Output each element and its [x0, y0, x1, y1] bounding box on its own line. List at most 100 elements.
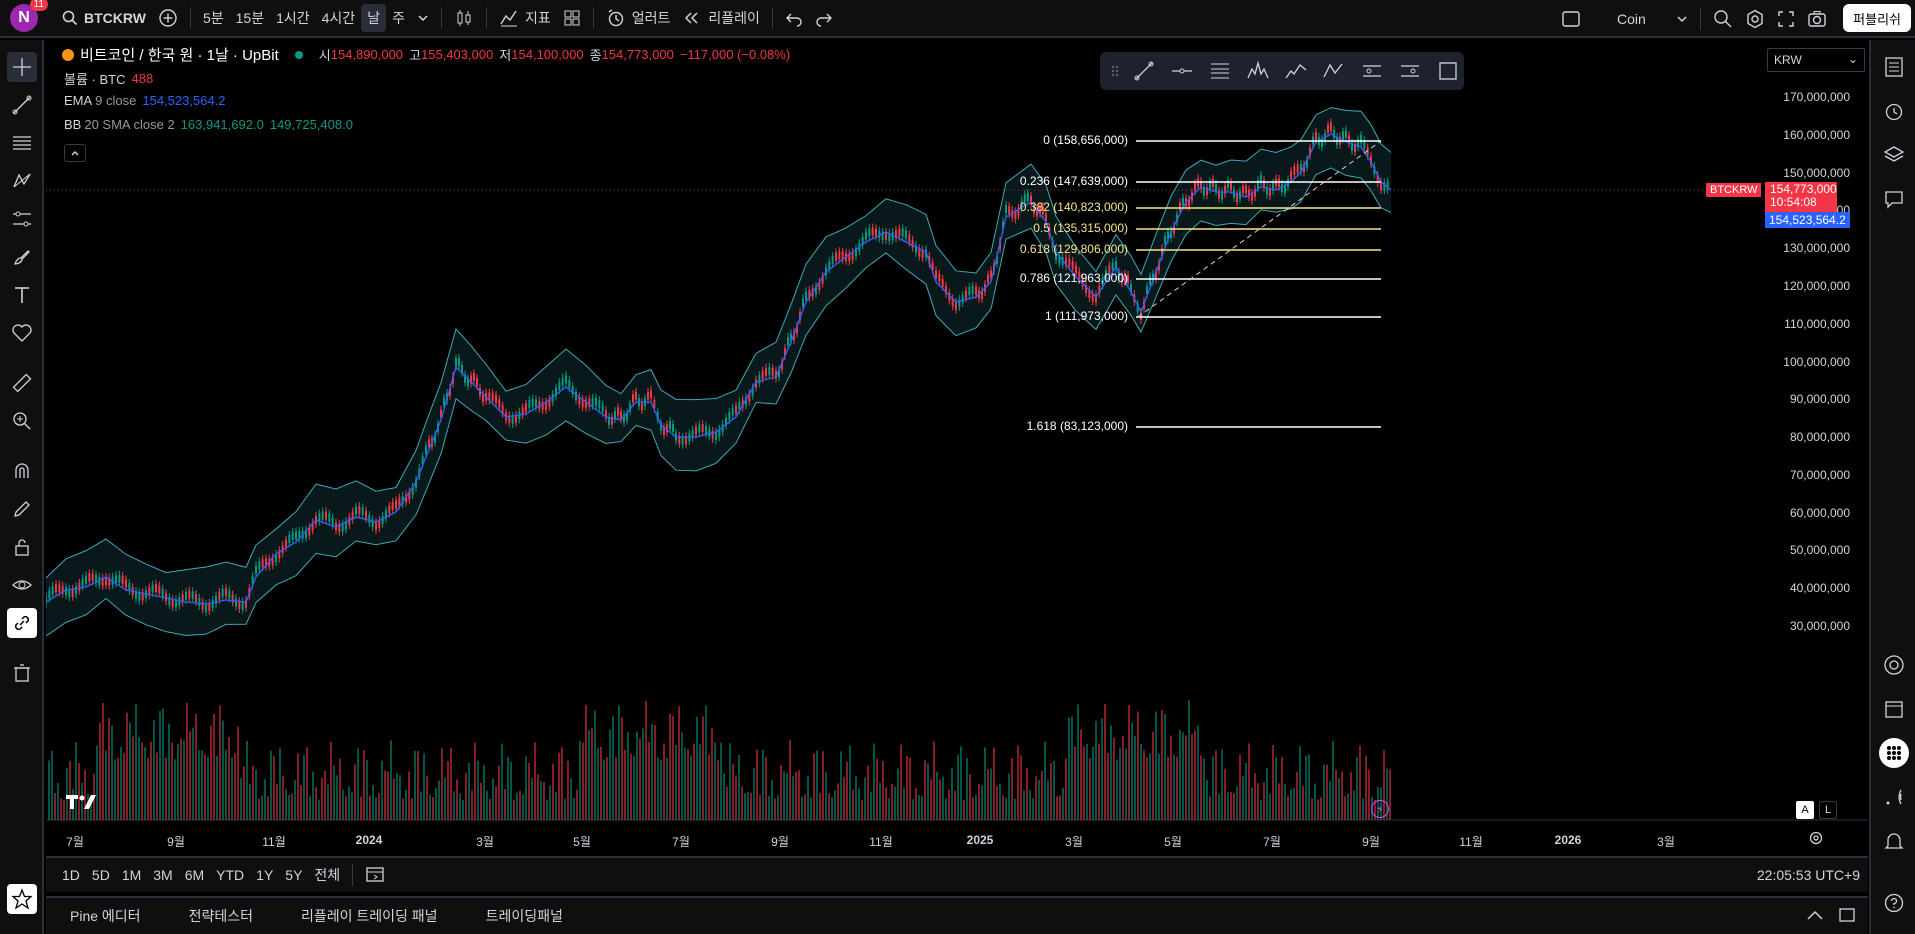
trendline-tool[interactable] — [7, 90, 37, 120]
indicators-button[interactable]: 지표 — [493, 4, 557, 32]
tab-replay-trading[interactable]: 리플레이 트레이딩 패널 — [277, 906, 462, 926]
clock-readout[interactable]: 22:05:53 UTC+9 — [1757, 867, 1860, 883]
icons-tool[interactable] — [7, 318, 37, 348]
quick-search-button[interactable] — [1707, 5, 1739, 33]
chart-type-button[interactable] — [448, 4, 480, 32]
volume-legend[interactable]: 볼륨 · BTC 488 — [64, 69, 153, 88]
collapse-legend-button[interactable] — [64, 144, 86, 162]
draw-hline-button[interactable] — [1166, 55, 1198, 87]
zoom-tool[interactable] — [7, 406, 37, 436]
price-chart[interactable] — [46, 40, 1868, 856]
help-button[interactable] — [1879, 888, 1909, 918]
object-tree-button[interactable] — [1879, 140, 1909, 170]
fullscreen-button[interactable] — [1771, 5, 1801, 33]
brush-tool[interactable] — [7, 242, 37, 272]
tradingview-logo[interactable] — [66, 794, 96, 813]
magnet-tool[interactable] — [7, 456, 37, 486]
draw-trendline-button[interactable] — [1128, 55, 1160, 87]
draw-elliott-button[interactable] — [1280, 55, 1312, 87]
ema-legend[interactable]: EMA 9 close 154,523,564.2 — [64, 93, 226, 108]
interval-1d[interactable]: 날 — [361, 4, 387, 32]
publish-button[interactable]: 퍼블리쉬 — [1843, 4, 1911, 32]
toolbar-drag-handle[interactable] — [1108, 55, 1122, 87]
ideas-button[interactable] — [1879, 650, 1909, 680]
range-all[interactable]: 전체 — [308, 865, 346, 885]
favorites-tool[interactable] — [7, 884, 37, 914]
tab-trading-panel[interactable]: 트레이딩패널 — [462, 906, 587, 926]
measure-tool[interactable] — [7, 368, 37, 398]
bb-legend[interactable]: BB 20 SMA close 2 163,941,692.0 149,725,… — [64, 117, 353, 132]
lock-tool[interactable] — [7, 532, 37, 562]
settings-button[interactable] — [1739, 5, 1771, 33]
interval-4h[interactable]: 4시간 — [316, 4, 362, 32]
maximize-panel-button[interactable] — [1838, 907, 1856, 926]
draw-range-button[interactable] — [1394, 55, 1426, 87]
remove-drawings-tool[interactable] — [7, 658, 37, 688]
auto-scale-button[interactable]: A — [1796, 801, 1814, 819]
range-1y[interactable]: 1Y — [250, 867, 279, 883]
fib-level-label[interactable]: 0.382 (140,823,000) — [1020, 200, 1128, 214]
fib-level-label[interactable]: 0.236 (147,639,000) — [1020, 174, 1128, 188]
tab-pine-editor[interactable]: Pine 에디터 — [46, 906, 165, 926]
goto-date-button[interactable] — [359, 865, 391, 886]
fib-level-label[interactable]: 0.5 (135,315,000) — [1033, 221, 1128, 235]
alerts-panel-button[interactable] — [1879, 96, 1909, 126]
interval-15m[interactable]: 15분 — [230, 4, 270, 32]
fib-level-label[interactable]: 1 (111,973,000) — [1045, 309, 1128, 323]
templates-button[interactable] — [557, 4, 587, 32]
watchlist-button[interactable] — [1879, 52, 1909, 82]
fib-level-label[interactable]: 0.618 (129,806,000) — [1020, 242, 1128, 256]
undo-button[interactable] — [779, 4, 809, 32]
draw-head-shoulders-button[interactable] — [1242, 55, 1274, 87]
snapshot-button[interactable] — [1801, 5, 1833, 33]
range-5d[interactable]: 5D — [86, 867, 116, 883]
compare-add-button[interactable] — [152, 4, 184, 32]
alert-button[interactable]: 얼러트 — [600, 4, 677, 32]
interval-5m[interactable]: 5분 — [197, 4, 230, 32]
chart-settings-icon[interactable] — [1808, 830, 1824, 849]
draw-parallel-button[interactable] — [1356, 55, 1388, 87]
collapse-panel-button[interactable] — [1806, 908, 1824, 925]
redo-button[interactable] — [809, 4, 839, 32]
calendar-button[interactable] — [1879, 694, 1909, 724]
fib-tool[interactable] — [7, 128, 37, 158]
chart-pane[interactable]: 비트코인 / 한국 원 · 1날 · UpBit 시 154,890,000 고… — [46, 40, 1868, 856]
range-3m[interactable]: 3M — [147, 867, 178, 883]
fib-level-label[interactable]: 1.618 (83,123,000) — [1027, 419, 1128, 433]
main-series-legend[interactable]: 비트코인 / 한국 원 · 1날 · UpBit 시 154,890,000 고… — [62, 44, 790, 65]
draw-rect-button[interactable] — [1432, 55, 1464, 87]
range-1d[interactable]: 1D — [56, 867, 86, 883]
log-scale-button[interactable]: L — [1819, 801, 1837, 819]
crosshair-tool[interactable] — [7, 52, 37, 82]
replay-button[interactable]: 리플레이 — [676, 4, 766, 32]
notifications-button[interactable] — [1879, 826, 1909, 856]
streams-button[interactable] — [1879, 782, 1909, 812]
layout-button[interactable] — [1555, 5, 1587, 33]
apps-button[interactable] — [1879, 738, 1909, 768]
interval-1h[interactable]: 1시간 — [270, 4, 316, 32]
text-tool[interactable] — [7, 280, 37, 310]
tab-strategy-tester[interactable]: 전략테스터 — [165, 906, 277, 926]
pattern-tool[interactable] — [7, 166, 37, 196]
layout-name-dropdown[interactable]: Coin — [1611, 5, 1694, 33]
hide-tool[interactable] — [7, 570, 37, 600]
draw-abc-button[interactable] — [1318, 55, 1350, 87]
volume-bar — [978, 783, 980, 820]
fib-level-label[interactable]: 0.786 (121,963,000) — [1020, 271, 1128, 285]
replay-flash-icon[interactable]: ⚡ — [1371, 800, 1389, 818]
interval-1w[interactable]: 주 — [386, 4, 411, 32]
forecast-tool[interactable] — [7, 204, 37, 234]
sync-drawings-tool[interactable] — [7, 608, 37, 638]
range-5y[interactable]: 5Y — [279, 867, 308, 883]
user-avatar[interactable]: N 11 — [10, 0, 48, 32]
range-ytd[interactable]: YTD — [210, 867, 250, 883]
range-1m[interactable]: 1M — [116, 867, 147, 883]
currency-select[interactable]: KRW ⌄ — [1767, 48, 1865, 72]
interval-dropdown[interactable] — [411, 4, 435, 32]
chats-button[interactable] — [1879, 184, 1909, 214]
draw-fib-button[interactable] — [1204, 55, 1236, 87]
range-6m[interactable]: 6M — [179, 867, 210, 883]
fib-level-label[interactable]: 0 (158,656,000) — [1043, 133, 1128, 147]
drawing-mode-tool[interactable] — [7, 494, 37, 524]
symbol-search[interactable]: BTCKRW — [56, 4, 152, 32]
